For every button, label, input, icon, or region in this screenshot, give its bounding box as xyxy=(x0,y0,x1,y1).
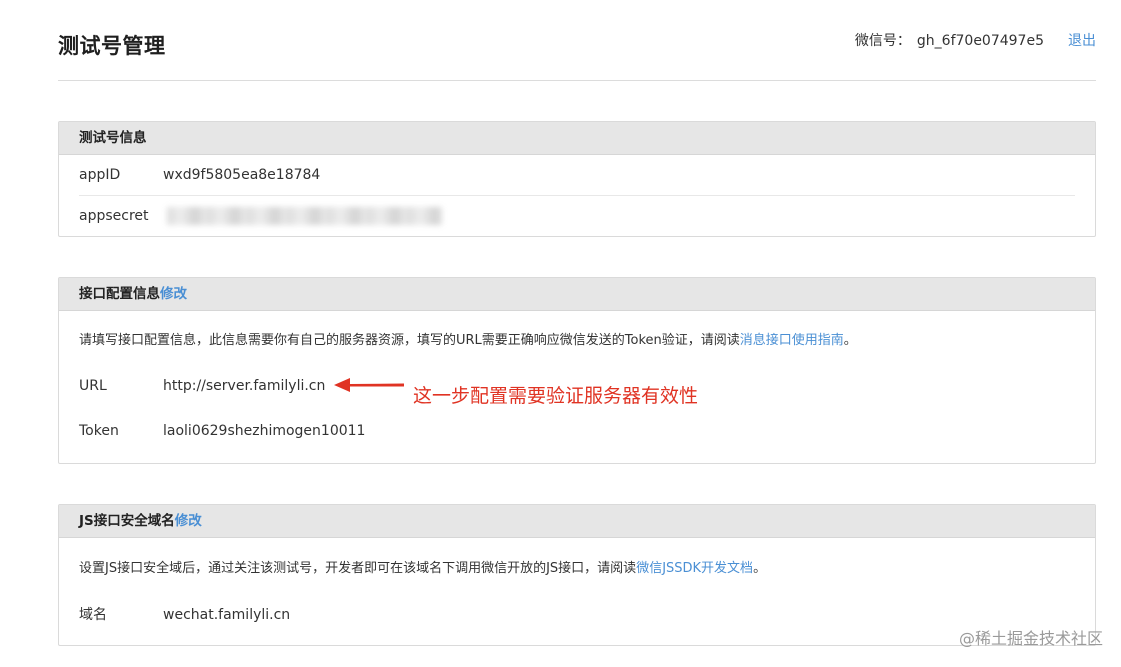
appsecret-row: appsecret xyxy=(79,196,1075,236)
interface-config-description: 请填写接口配置信息，此信息需要你有自己的服务器资源，填写的URL需要正确响应微信… xyxy=(79,311,1075,351)
account-info: 微信号： gh_6f70e07497e5 退出 xyxy=(855,30,1096,50)
appsecret-label: appsecret xyxy=(79,208,149,224)
watermark: @稀土掘金技术社区 xyxy=(958,629,1103,648)
header: 测试号管理 微信号： gh_6f70e07497e5 退出 xyxy=(58,28,1096,81)
interface-config-description-end: 。 xyxy=(843,333,857,348)
account-value: gh_6f70e07497e5 xyxy=(916,33,1044,49)
js-domain-panel-title: JS接口安全域名修改 xyxy=(59,505,1095,538)
js-domain-description-end: 。 xyxy=(753,561,767,576)
page: 测试号管理 微信号： gh_6f70e07497e5 退出 测试号信息 appID … xyxy=(0,0,1121,667)
domain-row: 域名 wechat.familyli.cn xyxy=(79,595,1075,635)
domain-label: 域名 xyxy=(79,607,107,623)
logout-link[interactable]: 退出 xyxy=(1068,33,1096,49)
appsecret-blurred-value xyxy=(167,207,442,225)
test-account-title: 测试号信息 xyxy=(79,130,147,146)
js-domain-edit-link[interactable]: 修改 xyxy=(175,513,202,529)
appid-row: appID wxd9f5805ea8e18784 xyxy=(79,155,1075,196)
interface-config-edit-link[interactable]: 修改 xyxy=(160,286,187,302)
message-interface-guide-link[interactable]: 消息接口使用指南 xyxy=(740,333,844,348)
js-domain-title: JS接口安全域名 xyxy=(79,513,175,529)
url-value: http://server.familyli.cn xyxy=(163,378,326,394)
test-account-panel-title: 测试号信息 xyxy=(59,122,1095,155)
jssdk-doc-link[interactable]: 微信JSSDK开发文档 xyxy=(636,561,753,576)
token-value: laoli0629shezhimogen10011 xyxy=(163,423,366,439)
url-label: URL xyxy=(79,378,107,394)
interface-config-title: 接口配置信息 xyxy=(79,286,160,302)
test-account-panel: 测试号信息 appID wxd9f5805ea8e18784 appsecret xyxy=(58,121,1096,237)
js-domain-description-text: 设置JS接口安全域后，通过关注该测试号，开发者即可在该域名下调用微信开放的JS接… xyxy=(79,561,637,576)
js-domain-description: 设置JS接口安全域后，通过关注该测试号，开发者即可在该域名下调用微信开放的JS接… xyxy=(79,538,1075,579)
account-label: 微信号： xyxy=(854,33,911,49)
token-label: Token xyxy=(79,423,119,439)
appid-label: appID xyxy=(79,167,121,183)
page-title: 测试号管理 xyxy=(58,34,166,58)
interface-config-panel-title: 接口配置信息修改 xyxy=(59,278,1095,311)
js-domain-panel: JS接口安全域名修改 设置JS接口安全域后，通过关注该测试号，开发者即可在该域名… xyxy=(58,504,1096,646)
interface-config-panel: 接口配置信息修改 请填写接口配置信息，此信息需要你有自己的服务器资源，填写的UR… xyxy=(58,277,1096,464)
interface-config-description-text: 请填写接口配置信息，此信息需要你有自己的服务器资源，填写的URL需要正确响应微信… xyxy=(79,333,740,348)
token-row: Token laoli0629shezhimogen10011 xyxy=(79,411,1075,451)
test-account-panel-body: appID wxd9f5805ea8e18784 appsecret xyxy=(59,155,1095,236)
appid-value: wxd9f5805ea8e18784 xyxy=(163,167,321,183)
left-arrow-icon xyxy=(334,378,404,392)
js-domain-panel-body: 设置JS接口安全域后，通过关注该测试号，开发者即可在该域名下调用微信开放的JS接… xyxy=(59,538,1095,635)
annotation-text: 这一步配置需要验证服务器有效性 xyxy=(413,385,699,407)
domain-value: wechat.familyli.cn xyxy=(163,607,291,623)
